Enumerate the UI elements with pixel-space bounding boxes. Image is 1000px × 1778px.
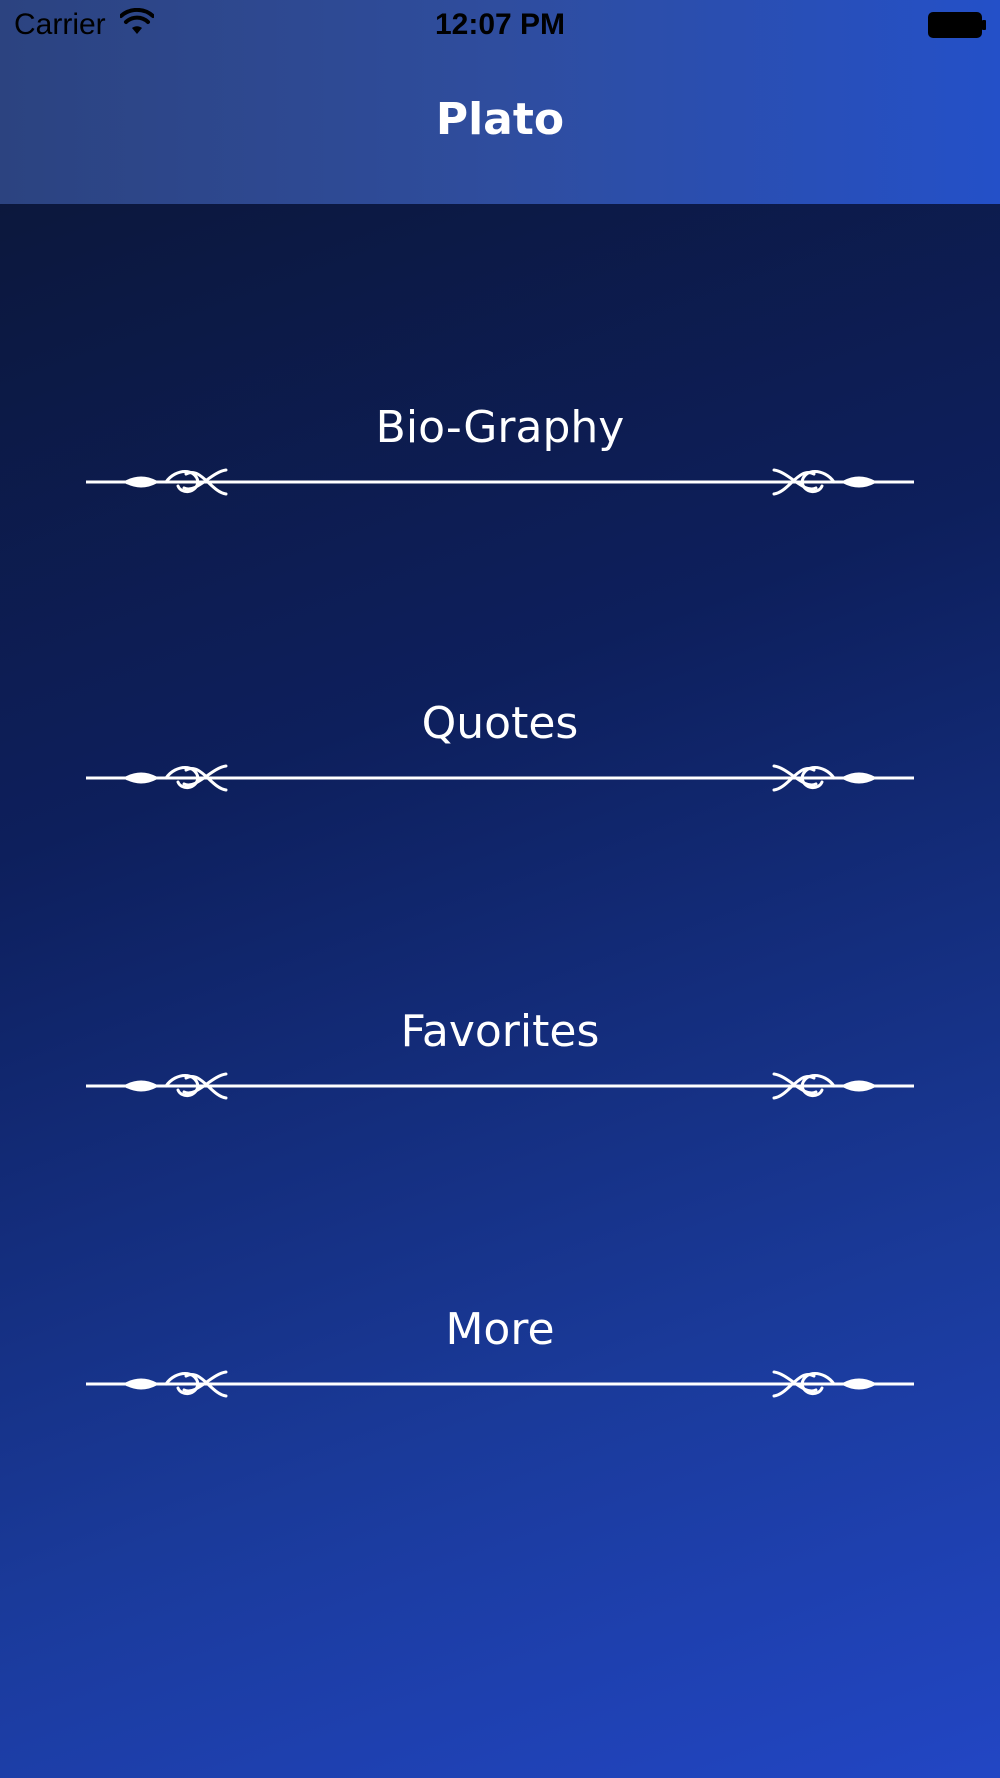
- menu-item-more[interactable]: More: [0, 1302, 1000, 1452]
- menu-item-label: Quotes: [421, 698, 579, 749]
- menu-item-label: More: [445, 1304, 555, 1355]
- menu-item-label: Bio-Graphy: [375, 402, 625, 453]
- ornamental-divider-icon: [86, 1072, 914, 1100]
- ornamental-divider-icon: [86, 1370, 914, 1398]
- menu-item-label: Favorites: [400, 1006, 600, 1057]
- ornamental-divider-icon: [86, 764, 914, 792]
- status-bar: Carrier 12:07 PM: [0, 0, 1000, 50]
- ornamental-divider-icon: [86, 468, 914, 496]
- page-title: Plato: [435, 94, 565, 145]
- main-menu: Bio-Graphy Quotes Favorites More: [0, 204, 1000, 1778]
- menu-item-biography[interactable]: Bio-Graphy: [0, 400, 1000, 550]
- battery-icon: [928, 12, 986, 38]
- menu-item-favorites[interactable]: Favorites: [0, 1004, 1000, 1154]
- menu-item-quotes[interactable]: Quotes: [0, 696, 1000, 846]
- status-time: 12:07 PM: [434, 8, 566, 41]
